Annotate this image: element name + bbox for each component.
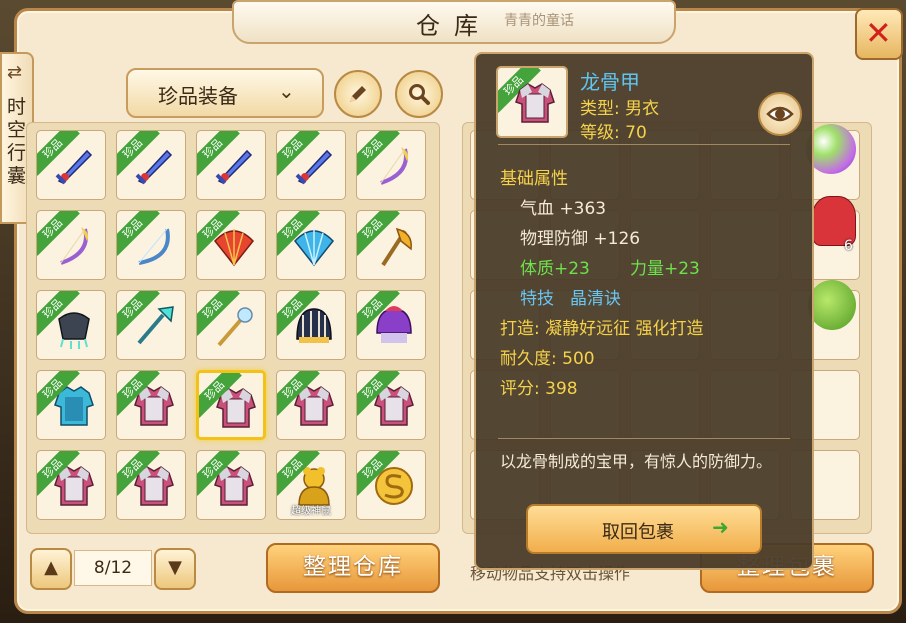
eye-icon — [766, 106, 794, 122]
warehouse-slot[interactable]: 珍品 — [36, 130, 106, 200]
retrieve-to-bag-button[interactable]: 取回包裹 ➜ — [526, 504, 762, 554]
warehouse-slot[interactable]: 珍品 — [116, 210, 186, 280]
special-skill-label: 特技 — [520, 289, 554, 309]
attr-strength: 力量+23 — [630, 259, 700, 279]
warehouse-grid: 珍品 珍品 珍品 珍品 珍品 珍品 珍品 珍品 珍品 珍品 珍品 珍品 珍品 珍品 珍品 珍品 珍品 珍品 珍品 珍品… — [36, 130, 436, 530]
base-attributes-header: 基础属性 — [500, 169, 568, 189]
warehouse-slot[interactable]: 珍品 — [36, 210, 106, 280]
page-pager: ▲ 8/12 ▼ — [30, 548, 196, 590]
warehouse-slot[interactable]: 珍品 — [36, 290, 106, 360]
tooltip-item-level: 等级: 70 — [580, 123, 647, 143]
search-button[interactable] — [395, 70, 443, 118]
swap-arrows-icon: ⇄ — [7, 62, 23, 83]
pencil-icon — [350, 86, 366, 102]
warehouse-slot[interactable]: 珍品 — [196, 290, 266, 360]
side-tab-label: 时空行囊 — [7, 96, 27, 187]
warehouse-slot[interactable]: 珍品 — [276, 210, 346, 280]
item-tooltip: 珍品 龙骨甲 类型: 男衣 等级: 70 基础属性 气血 +363 物理防御 +… — [474, 52, 814, 570]
warehouse-slot[interactable]: 珍品 — [36, 370, 106, 440]
warehouse-slot[interactable]: 珍品 超级神鼠 — [276, 450, 346, 520]
tooltip-item-type: 类型: 男衣 — [580, 99, 660, 119]
category-dropdown-label: 珍品装备 — [158, 84, 238, 108]
score: 评分: 398 — [500, 379, 578, 399]
warehouse-slot[interactable]: 珍品 — [116, 370, 186, 440]
attr-physical-defense: 物理防御 +126 — [520, 229, 641, 249]
search-icon — [409, 84, 430, 105]
category-dropdown[interactable]: 珍品装备 ⌄ — [126, 68, 324, 118]
warehouse-slot[interactable]: 珍品 — [196, 210, 266, 280]
warehouse-slot[interactable]: 珍品 — [116, 130, 186, 200]
page-indicator: 8/12 — [74, 550, 152, 586]
warehouse-slot[interactable]: 珍品 — [116, 450, 186, 520]
title-plate: 仓库 青青的童话 — [232, 0, 676, 44]
warehouse-slot[interactable]: 珍品 — [356, 130, 426, 200]
attr-hp: 气血 +363 — [520, 199, 607, 219]
bag-item-pet-icon — [808, 280, 856, 330]
warehouse-slot[interactable]: 珍品 — [36, 450, 106, 520]
warehouse-slot[interactable]: 珍品 — [356, 370, 426, 440]
warehouse-slot[interactable]: 珍品 — [196, 370, 266, 440]
edit-button[interactable] — [334, 70, 382, 118]
durability: 耐久度: 500 — [500, 349, 595, 369]
bag-item-count: 6 — [844, 238, 853, 254]
retrieve-button-label: 取回包裹 — [602, 522, 674, 543]
page-down-button[interactable]: ▼ — [154, 548, 196, 590]
special-skill-value: 晶清诀 — [570, 289, 621, 309]
divider — [498, 144, 790, 145]
armor-icon — [515, 83, 555, 123]
attr-constitution: 体质+23 — [520, 259, 590, 279]
forge-info: 打造: 凝静好远征 强化打造 — [500, 319, 704, 339]
warehouse-slot[interactable]: 珍品 — [276, 370, 346, 440]
close-icon: ✕ — [865, 14, 892, 52]
item-caption: 超级神鼠 — [291, 506, 331, 517]
warehouse-slot[interactable]: 珍品 — [196, 450, 266, 520]
warehouse-slot[interactable]: 珍品 — [356, 210, 426, 280]
item-description: 以龙骨制成的宝甲，有惊人的防御力。 — [500, 452, 773, 471]
chevron-down-icon: ⌄ — [278, 79, 295, 103]
preview-button[interactable] — [758, 92, 802, 136]
warehouse-slot[interactable]: 珍品 — [276, 130, 346, 200]
page-up-button[interactable]: ▲ — [30, 548, 72, 590]
title-decoration: 青青的童话 — [504, 13, 574, 29]
sort-warehouse-button[interactable]: 整理仓库 — [266, 543, 440, 593]
warehouse-slot[interactable]: 珍品 — [196, 130, 266, 200]
warehouse-slot[interactable]: 珍品 — [356, 450, 426, 520]
tooltip-item-icon: 珍品 — [496, 66, 568, 138]
close-button[interactable]: ✕ — [855, 8, 903, 60]
tooltip-item-name: 龙骨甲 — [580, 70, 640, 94]
warehouse-slot[interactable]: 珍品 — [116, 290, 186, 360]
warehouse-slot[interactable]: 珍品 — [356, 290, 426, 360]
warehouse-slot[interactable]: 珍品 — [276, 290, 346, 360]
arrow-right-icon: ➜ — [712, 515, 729, 539]
divider — [498, 438, 790, 439]
